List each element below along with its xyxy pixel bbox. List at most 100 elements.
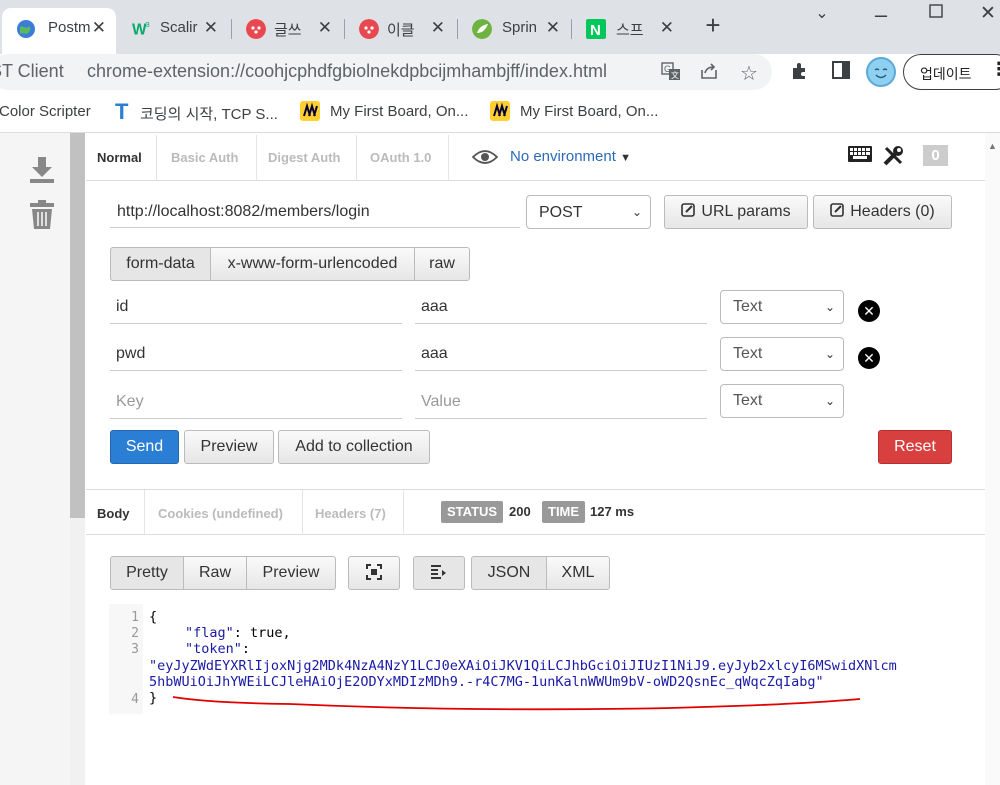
form-data-button[interactable]: form-data [110,247,211,281]
tab-scaling[interactable]: W3 Scalir ✕ [118,9,228,47]
url-text: chrome-extension://coohjcphdfgbiolnekdpb… [87,61,607,81]
tab-label: Scalir [160,19,198,36]
line-number: 2 [131,626,139,641]
side-panel-icon[interactable] [829,61,853,85]
bookmark-item[interactable]: Color Scripter [0,103,91,120]
wrap-button[interactable] [413,556,465,590]
environment-selector[interactable]: No environment ▼ [510,148,631,165]
time-label: TIME [542,501,586,523]
miro-icon [300,101,320,121]
new-key-input[interactable]: Key [110,383,402,419]
json-button[interactable]: JSON [471,556,547,590]
new-tab-button[interactable]: + [700,12,726,39]
fire-icon [359,19,379,39]
token-line: "eyJyZWdEYXRlIjoxNjg2MDk4NzA4NzY1LCJ0eXA… [149,658,897,674]
trash-icon[interactable] [28,200,56,229]
request-url-input[interactable]: http://localhost:8082/members/login [110,194,520,228]
tab-spring[interactable]: Sprin ✕ [458,9,570,47]
address-bar[interactable]: ST Client chrome-extension://coohjcphdfg… [0,54,772,90]
tab-eclipse[interactable]: 이클 ✕ [345,9,455,47]
counter-badge: 0 [923,145,948,166]
param-key-input[interactable]: id [110,288,402,324]
main-scrollbar[interactable]: ▲ [985,133,1000,785]
response-tabs: Body Cookies (undefined) Headers (7) STA… [86,490,985,535]
close-window-icon[interactable]: ✕ [974,2,1000,26]
chevron-down-icon: ⌄ [824,300,835,314]
red-underline-annotation [172,696,861,711]
response-time: 127 ms [590,504,635,519]
scrollbar-thumb[interactable] [70,133,85,518]
tab-naver[interactable]: N 스프 ✕ [572,9,684,47]
svg-text:T: T [115,101,129,121]
tab-search-icon[interactable]: ⌄ [808,3,836,27]
tab-label: Postm [48,19,91,36]
tab-basic-auth[interactable]: Basic Auth [171,135,238,181]
profile-avatar[interactable] [866,57,896,87]
param-type-select[interactable]: Text ⌄ [720,290,844,324]
close-icon[interactable]: ✕ [546,18,560,38]
chevron-down-icon: ⌄ [631,205,642,219]
svg-text:N: N [590,22,601,39]
code-line: "flag": true, [185,625,291,641]
close-icon[interactable]: ✕ [92,18,106,38]
tab-normal[interactable]: Normal [97,135,142,181]
tab-oauth[interactable]: OAuth 1.0 [370,135,431,181]
code-line: "token": [185,641,251,657]
param-key-input[interactable]: pwd [110,335,402,371]
keyboard-icon[interactable] [848,145,872,169]
param-value-input[interactable]: aaa [415,288,707,324]
maximize-icon[interactable] [922,4,950,28]
urlencoded-button[interactable]: x-www-form-urlencoded [210,247,415,281]
bookmark-item[interactable]: My First Board, On... [520,103,658,120]
raw-view-button[interactable]: Raw [183,556,247,590]
param-type-select[interactable]: Text ⌄ [720,384,844,418]
preview-view-button[interactable]: Preview [246,556,336,590]
close-icon[interactable]: ✕ [431,18,445,38]
bookmark-star-icon[interactable]: ☆ [738,61,760,85]
tab-body[interactable]: Body [97,490,130,535]
auth-tabs: Normal Basic Auth Digest Auth OAuth 1.0 … [86,135,985,181]
minimize-icon[interactable]: – [867,2,895,27]
edit-icon [830,203,845,217]
raw-button[interactable]: raw [414,247,470,281]
update-button[interactable]: 업데이트 ⋮ [903,54,1000,90]
preview-button[interactable]: Preview [184,430,274,464]
bookmark-item[interactable]: 코딩의 시작, TCP S... [140,103,278,124]
param-type-select[interactable]: Text ⌄ [720,337,844,371]
close-icon[interactable]: ✕ [204,18,218,38]
tab-postman[interactable]: Postm ✕ [2,8,116,54]
settings-tools-icon[interactable] [882,145,904,173]
share-icon[interactable] [698,61,720,83]
fullscreen-button[interactable] [348,556,400,590]
method-select[interactable]: POST ⌄ [526,195,651,229]
url-params-button[interactable]: URL params [664,195,808,229]
download-icon[interactable] [28,155,56,183]
close-icon[interactable]: ✕ [660,18,674,38]
headers-button[interactable]: Headers (0) [813,195,952,229]
chevron-down-icon: ⌄ [824,347,835,361]
tab-write[interactable]: 글쓰 ✕ [232,9,342,47]
close-icon[interactable]: ✕ [318,18,332,38]
bookmark-item[interactable]: My First Board, On... [330,103,468,120]
indent-icon [431,565,446,579]
tab-cookies[interactable]: Cookies (undefined) [158,490,283,535]
fire-icon [246,19,266,39]
code-line: { [149,609,158,625]
bookmarks-bar: Color Scripter T 코딩의 시작, TCP S... My Fir… [0,95,1000,128]
pretty-button[interactable]: Pretty [110,556,184,590]
extensions-icon[interactable] [788,61,812,85]
param-value-input[interactable]: aaa [415,335,707,371]
tab-digest-auth[interactable]: Digest Auth [268,135,340,181]
line-number: 3 [131,642,139,657]
translate-icon[interactable]: G文 [660,61,682,83]
xml-button[interactable]: XML [546,556,610,590]
tab-label: Sprin [502,19,538,36]
reset-button[interactable]: Reset [878,430,952,464]
remove-param-icon[interactable]: ✕ [858,300,880,322]
new-value-input[interactable]: Value [415,383,707,419]
remove-param-icon[interactable]: ✕ [858,347,880,369]
send-button[interactable]: Send [110,430,179,464]
add-to-collection-button[interactable]: Add to collection [278,430,430,464]
tab-response-headers[interactable]: Headers (7) [315,490,386,535]
eye-icon [472,150,498,164]
